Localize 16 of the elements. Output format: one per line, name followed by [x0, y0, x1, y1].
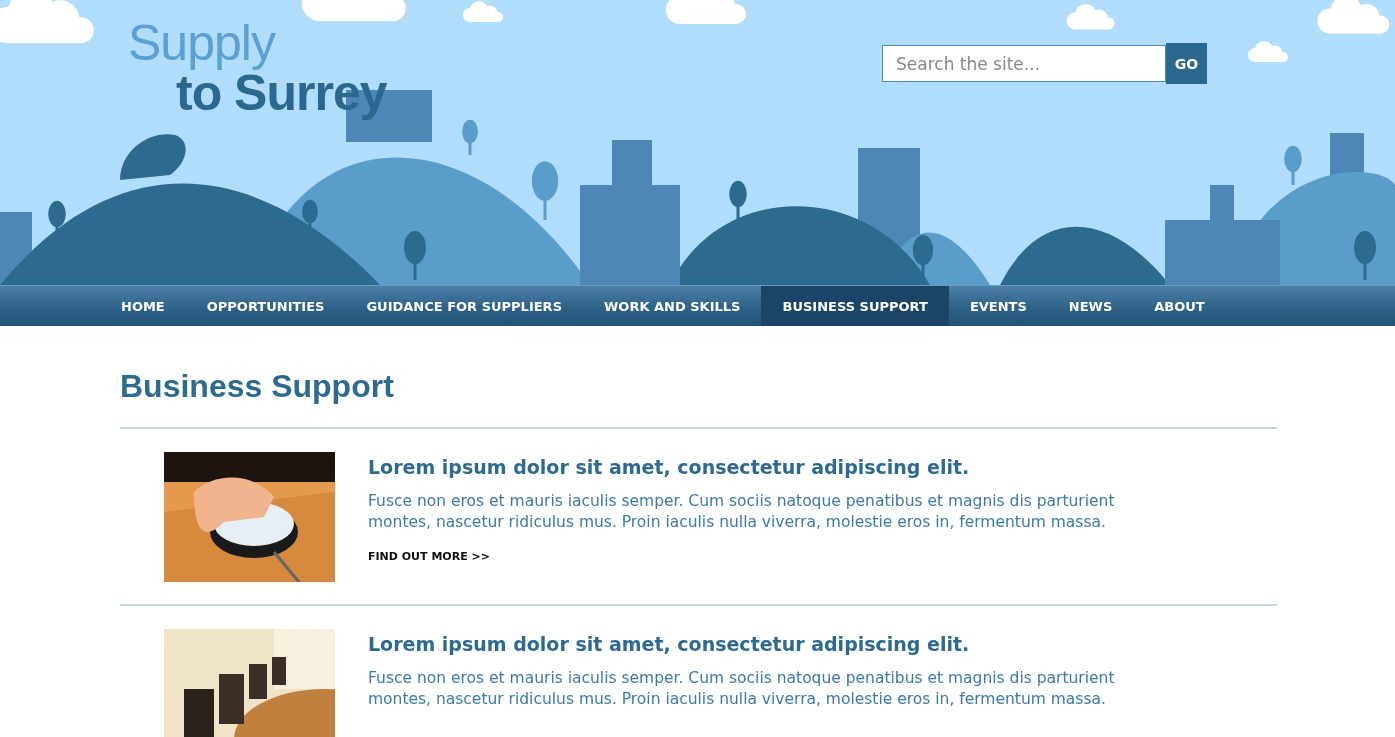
- nav-item[interactable]: EVENTS: [948, 286, 1048, 326]
- search-field[interactable]: Search the site...: [882, 45, 1166, 82]
- nav-item[interactable]: OPPORTUNITIES: [185, 286, 346, 326]
- nav-item[interactable]: BUSINESS SUPPORT: [761, 286, 949, 326]
- nav-item[interactable]: ABOUT: [1133, 286, 1226, 326]
- article-title[interactable]: Lorem ipsum dolor sit amet, consectetur adipiscing elit.: [368, 633, 1138, 655]
- article-title[interactable]: Lorem ipsum dolor sit amet, consectetur adipiscing elit.: [368, 456, 1138, 478]
- article-summary: Fusce non eros et mauris iaculis semper. Cum sociis natoque penatibus et magnis dis parturient montes, nascetur ridiculus mus. Proin iaculis nulla viverra, molestie eros in, fermentum massa.: [368, 491, 1116, 533]
- nav-item[interactable]: WORK AND SKILLS: [583, 286, 762, 326]
- nav-item[interactable]: GUIDANCE FOR SUPPLIERS: [345, 286, 583, 326]
- go-button[interactable]: GO: [1166, 43, 1207, 84]
- find-out-more-link[interactable]: FIND OUT MORE >>: [368, 550, 490, 563]
- nav-item[interactable]: NEWS: [1047, 286, 1134, 326]
- nav-item[interactable]: HOME: [100, 286, 186, 326]
- article-summary: Fusce non eros et mauris iaculis semper. Cum sociis natoque penatibus et magnis dis parturient montes, nascetur ridiculus mus. Proin iaculis nulla viverra, molestie eros in, fermentum massa.: [368, 668, 1116, 710]
- page-title: Business Support: [120, 368, 395, 405]
